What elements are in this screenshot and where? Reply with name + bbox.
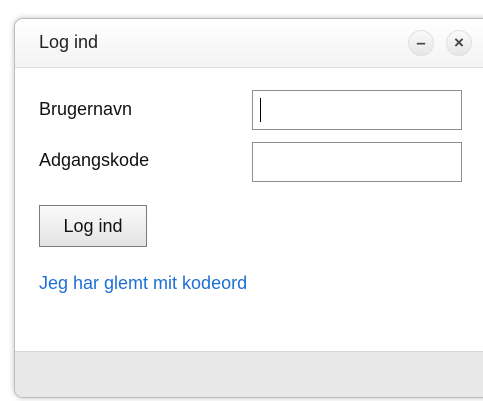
- password-field[interactable]: [252, 142, 462, 182]
- password-label: Adgangskode: [39, 150, 150, 170]
- forgot-password-link[interactable]: Jeg har glemt mit kodeord: [39, 273, 247, 294]
- close-icon[interactable]: ×: [446, 30, 472, 56]
- username-field[interactable]: [252, 90, 462, 130]
- minimize-icon[interactable]: –: [408, 30, 434, 56]
- text-caret: [260, 98, 261, 122]
- username-label: Brugernavn: [39, 99, 133, 119]
- dialog-titlebar[interactable]: Log ind – ×: [15, 19, 483, 68]
- dialog-title: Log ind: [39, 32, 99, 52]
- login-button[interactable]: Log ind: [39, 205, 147, 247]
- login-dialog: Log ind – × Brugernavn Adgangskode Log i…: [14, 18, 483, 398]
- dialog-footer: [15, 351, 483, 397]
